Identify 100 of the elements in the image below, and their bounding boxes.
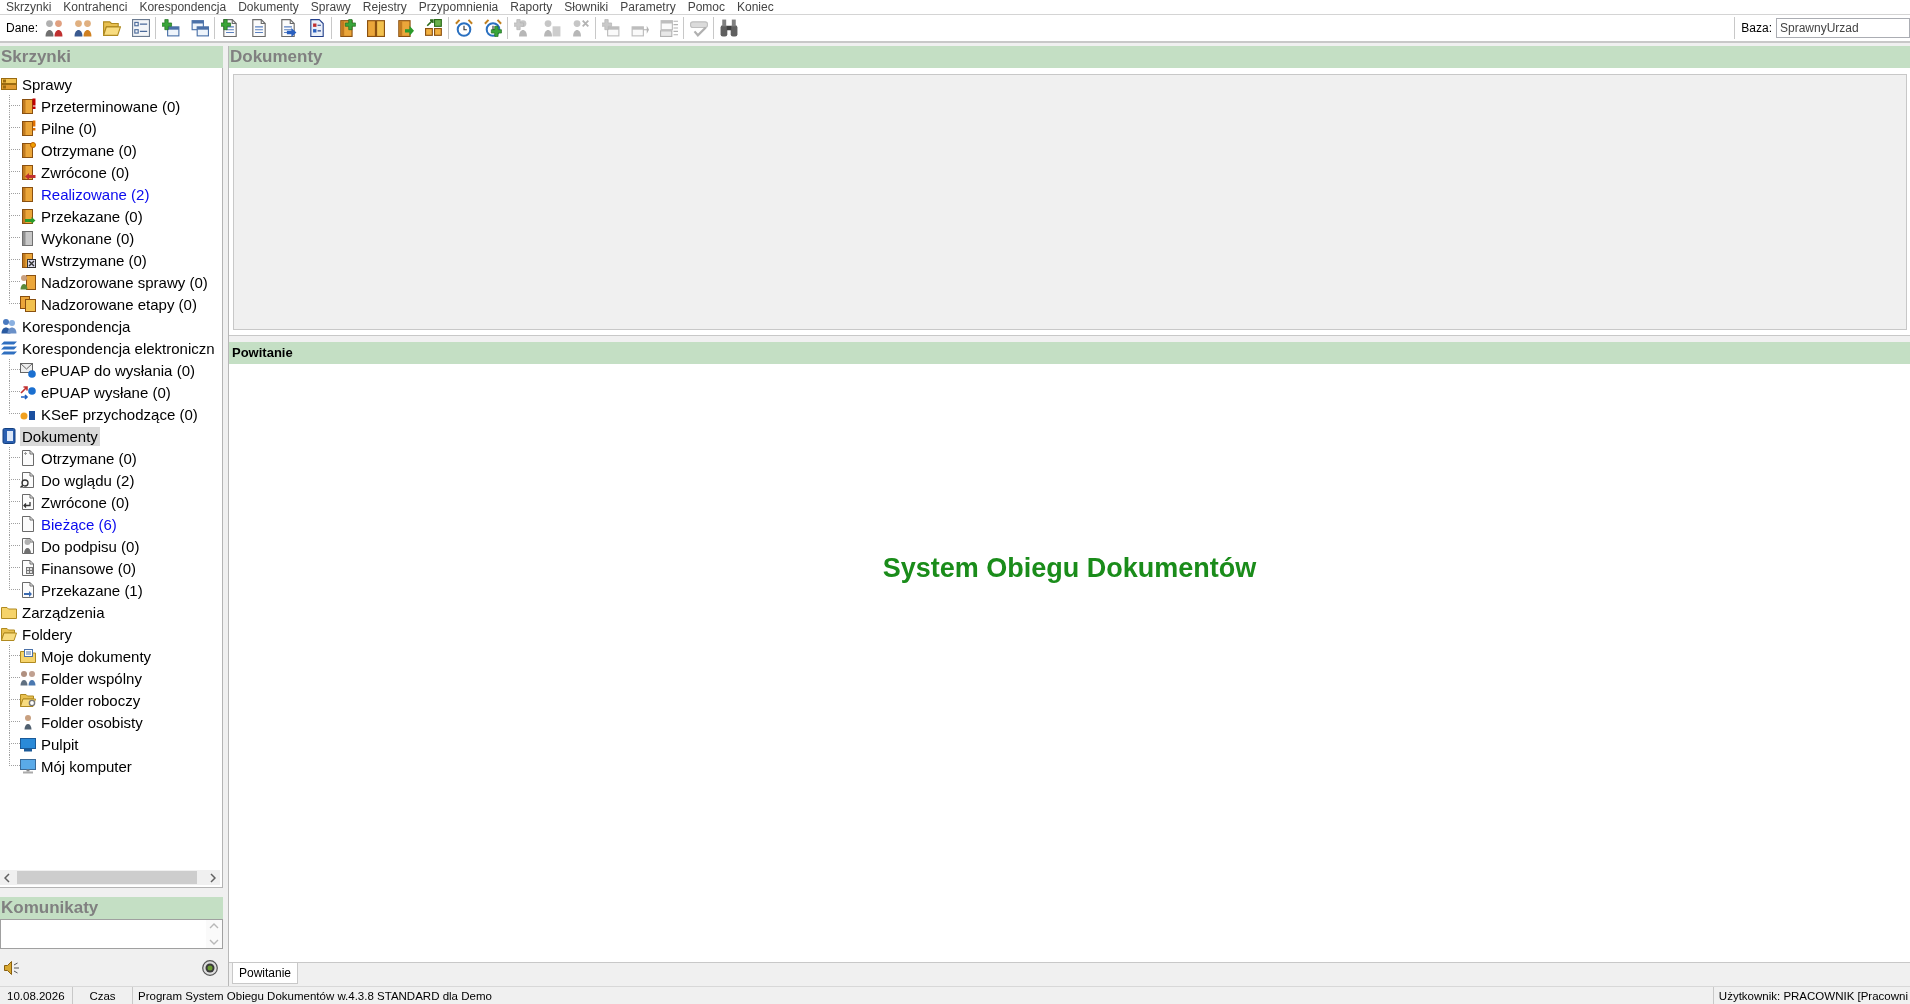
books-icon [1,76,17,92]
book-icon [20,230,36,246]
panel-title: Skrzynki [0,46,223,68]
tree-item[interactable]: Zarządzenia [20,602,107,622]
document-plus-icon[interactable] [220,19,239,37]
tree-item[interactable]: Korespondencja elektroniczn [20,338,217,358]
tree-item[interactable]: Foldery [20,624,75,644]
monitor-icon [20,736,36,752]
tree-item[interactable]: Nadzorowane sprawy (0) [39,272,210,292]
menu-item[interactable]: Kontrahenci [57,0,134,14]
arrows-icon [20,384,36,400]
open-folder-icon[interactable] [102,19,121,37]
tree-item[interactable]: KSeF przychodzące (0) [39,404,200,424]
tree-item[interactable]: Folder osobisty [39,712,145,732]
tree-item[interactable]: Folder roboczy [39,690,143,710]
tree-item[interactable]: Otrzymane (0) [39,140,139,160]
tree-item[interactable]: Nadzorowane etapy (0) [39,294,199,314]
panel-title: Dokumenty [229,46,1910,68]
menu-item[interactable]: Przypomnienia [412,0,505,14]
tree-item[interactable]: ePUAP wysłane (0) [39,382,173,402]
people-icon [20,670,36,686]
envelope-icon [20,362,36,378]
tree-item[interactable]: Bieżące (6) [39,514,119,534]
menu-item[interactable]: Parametry [614,0,682,14]
tree-item[interactable]: Korespondencja [20,316,133,336]
books-icon[interactable] [366,19,385,37]
scrollbar-thumb[interactable] [17,871,197,884]
menu-item[interactable]: Pomoc [681,0,731,14]
book-cross-icon [20,252,36,268]
tree-item[interactable]: Otrzymane (0) [39,448,139,468]
book-icon [1,428,17,444]
tree-item[interactable]: Mój komputer [39,756,134,776]
tree-item[interactable]: Do wglądu (2) [39,470,137,490]
menu-item[interactable]: Koniec [731,0,780,14]
tree-item[interactable]: Sprawy [20,74,75,94]
book-icon [20,186,36,202]
menu-item[interactable]: Dokumenty [232,0,305,14]
panel-title: Powitanie [229,342,1910,364]
book-person-icon [20,274,36,290]
target-icon[interactable] [202,959,218,976]
menu-item[interactable]: Skrzynki [0,0,58,14]
books-icon [20,296,36,312]
tree-item[interactable]: Do podpisu (0) [39,536,142,556]
tree-item[interactable]: Przeterminowane (0) [39,96,183,116]
tree-item[interactable]: Przekazane (1) [39,580,145,600]
chevron-right-icon[interactable] [210,872,216,883]
chevron-left-icon[interactable] [4,872,10,883]
menu-item[interactable]: Sprawy [304,0,357,14]
database-field[interactable]: SprawnyUrzad [1776,18,1910,38]
tree-item[interactable]: Wykonane (0) [39,228,137,248]
panel-title: Komunikaty [0,897,223,919]
tree-item[interactable]: ePUAP do wysłania (0) [39,360,197,380]
tree-item[interactable]: Realizowane (2) [39,184,152,204]
open-folder-icon [1,626,17,642]
document-person-icon [20,538,36,554]
database-label: Baza: [1741,21,1772,35]
alarm-clock-icon[interactable] [454,19,473,37]
menu-item[interactable]: Słowniki [558,0,615,14]
document-table-icon [20,560,36,576]
tree-item[interactable]: Moje dokumenty [39,646,154,666]
status-text: 10.08.2026 [0,987,73,1004]
tree-item[interactable]: Pulpit [39,734,81,754]
document-icon[interactable] [249,19,268,37]
windows-icon[interactable] [190,19,209,37]
tree-item[interactable]: Pilne (0) [39,118,99,138]
binoculars-icon[interactable] [719,19,738,37]
boxes-icon[interactable] [424,19,443,37]
form-icon[interactable] [131,19,150,37]
tree-item[interactable]: Zwrócone (0) [39,492,132,512]
tree-item[interactable]: Zwrócone (0) [39,162,132,182]
document-arrow-icon [20,582,36,598]
speaker-icon[interactable] [4,959,20,976]
book-exclamation-icon [20,98,36,114]
document-icon [20,516,36,532]
tree-item[interactable]: Przekazane (0) [39,206,145,226]
users-icon[interactable] [44,19,63,37]
document-checklist-icon[interactable] [307,19,326,37]
toolbar-label: Dane: [6,21,39,35]
welcome-heading: System Obiegu Dokumentów [882,552,1257,584]
window-plus-icon[interactable] [161,19,180,37]
book-plus-icon[interactable] [337,19,356,37]
people-icon[interactable] [73,19,92,37]
tree-item[interactable]: Dokumenty [20,426,100,446]
document-arrow-icon[interactable] [278,19,297,37]
tab[interactable]: Powitanie [232,963,299,984]
folder-document-icon [20,648,36,664]
document-arrow-icon [20,494,36,510]
status-text: Użytkownik: PRACOWNIK [Pracowni [1712,987,1910,1004]
document-search-icon [20,472,36,488]
tree-item[interactable]: Folder wspólny [39,668,144,688]
document-star-icon [20,450,36,466]
menu-item[interactable]: Korespondencja [133,0,233,14]
status-text: Czas [73,987,133,1004]
tree-item[interactable]: Wstrzymane (0) [39,250,149,270]
menu-item[interactable]: Raporty [504,0,559,14]
tree-item[interactable]: Finansowe (0) [39,558,139,578]
horizontal-scrollbar[interactable] [0,870,220,885]
folder-gear-icon [20,692,36,708]
menu-item[interactable]: Rejestry [356,0,413,14]
alarm-clock-plus-icon[interactable] [483,19,502,37]
